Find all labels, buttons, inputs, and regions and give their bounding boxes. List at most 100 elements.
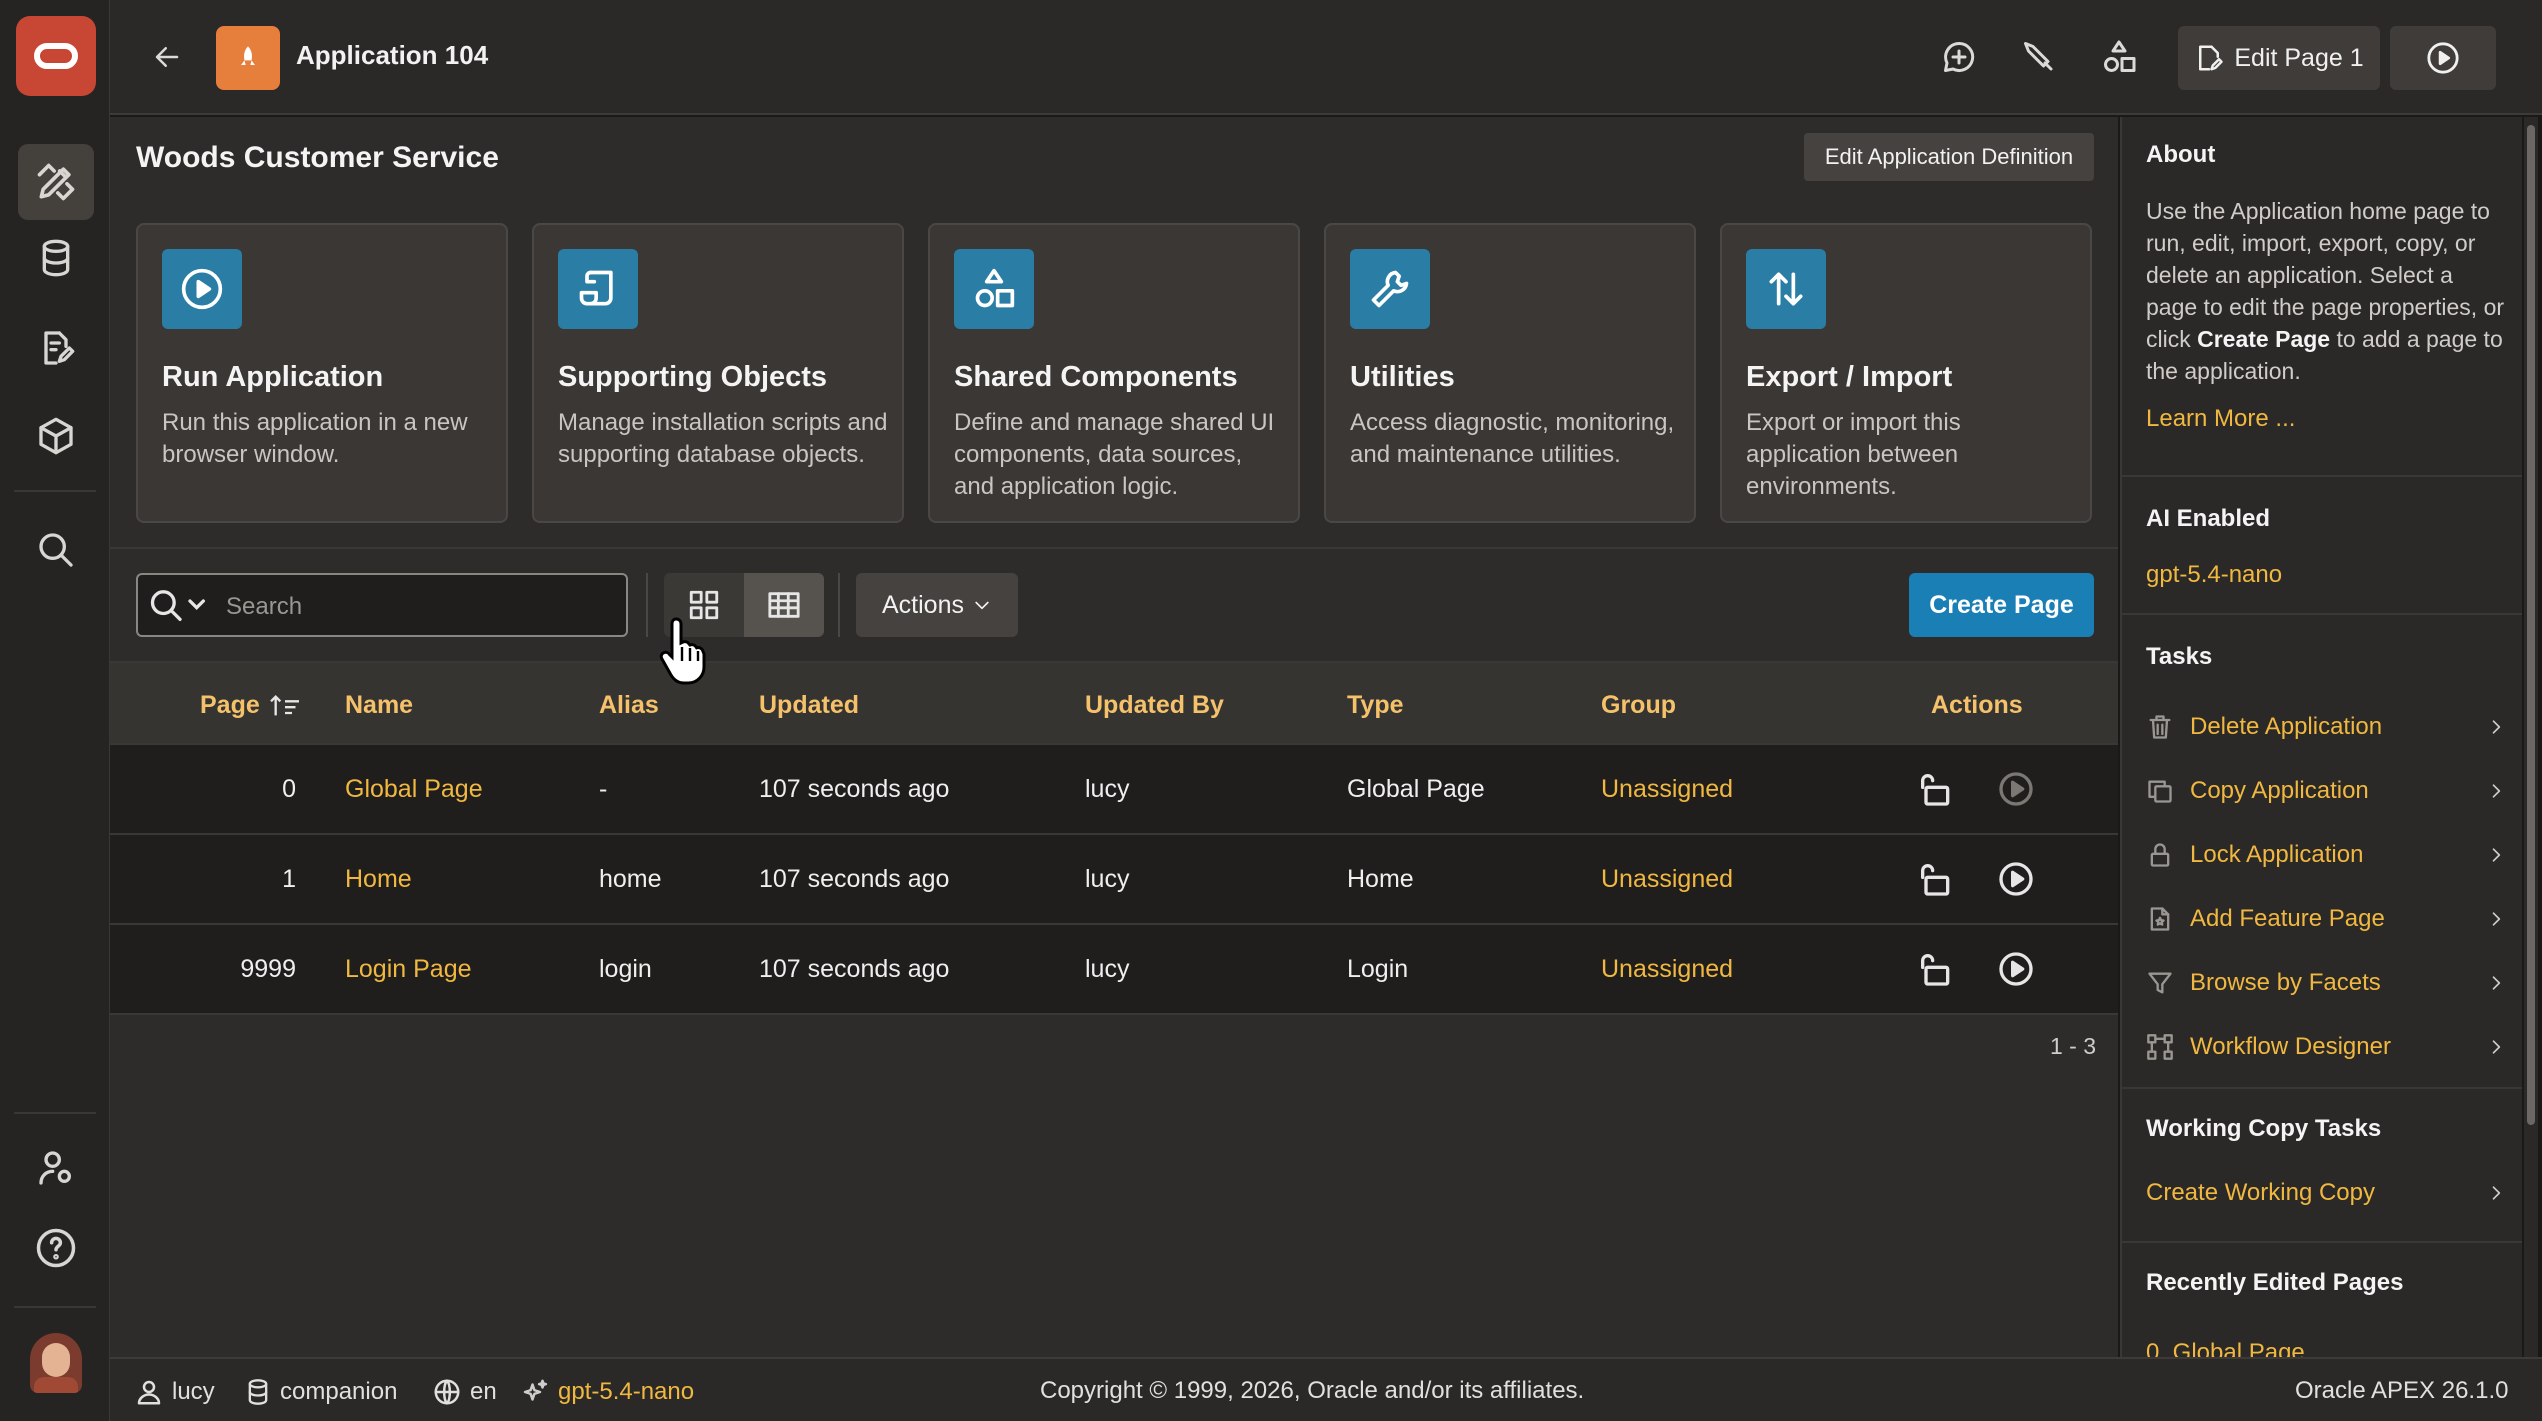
recently-edited-heading: Recently Edited Pages xyxy=(2146,1269,2404,1296)
cell-name-link[interactable]: Global Page xyxy=(345,775,483,804)
sort-ascending-icon xyxy=(269,694,299,715)
search-nav-button[interactable] xyxy=(18,512,94,588)
card-title: Utilities xyxy=(1350,361,1455,393)
sparkle-icon xyxy=(523,1379,548,1401)
edit-page-label: Edit Page 1 xyxy=(2234,43,2364,72)
column-header-updated-by[interactable]: Updated By xyxy=(1085,691,1224,720)
column-header-alias[interactable]: Alias xyxy=(599,691,659,720)
card-title: Shared Components xyxy=(954,361,1238,393)
user-avatar[interactable] xyxy=(30,1333,82,1393)
feedback-button[interactable] xyxy=(1934,32,1984,82)
cell-type: Global Page xyxy=(1347,775,1485,803)
card-export-import[interactable]: Export / Import Export or import this ap… xyxy=(1720,223,2092,523)
play-circle-icon xyxy=(1999,772,2033,806)
sql-workshop-nav-button[interactable] xyxy=(18,220,94,296)
cell-type: Home xyxy=(1347,865,1414,893)
cell-name-link[interactable]: Home xyxy=(345,865,412,894)
chat-plus-icon xyxy=(1944,41,1975,72)
footer-user[interactable]: lucy xyxy=(134,1377,215,1407)
footer-ai-model[interactable]: gpt-5.4-nano xyxy=(520,1377,694,1407)
task-delete-application[interactable]: Delete Application xyxy=(2146,705,2506,749)
run-page-row-button[interactable] xyxy=(1996,949,2036,989)
lock-page-button[interactable] xyxy=(1916,949,1956,989)
column-header-group[interactable]: Group xyxy=(1601,691,1676,720)
lock-page-button[interactable] xyxy=(1916,859,1956,899)
shapes-icon xyxy=(2104,40,2136,72)
star-file-icon xyxy=(2150,907,2170,931)
app-builder-nav-button[interactable] xyxy=(18,144,94,220)
task-create-working-copy[interactable]: Create Working Copy xyxy=(2146,1171,2506,1215)
cell-page: 1 xyxy=(282,865,296,893)
team-development-nav-button[interactable] xyxy=(18,310,94,386)
card-utilities[interactable]: Utilities Access diagnostic, monitoring,… xyxy=(1324,223,1696,523)
create-page-button[interactable]: Create Page xyxy=(1909,573,2094,637)
card-shared-components[interactable]: Shared Components Define and manage shar… xyxy=(928,223,1300,523)
top-header: Application 104 Edit Page 1 xyxy=(110,0,2542,115)
back-button[interactable] xyxy=(142,32,192,82)
column-header-name[interactable]: Name xyxy=(345,691,413,720)
wrench-icon xyxy=(1350,249,1430,329)
card-title: Run Application xyxy=(162,361,384,393)
cell-group[interactable]: Unassigned xyxy=(1601,775,1733,804)
table-icon xyxy=(768,592,800,618)
table-row[interactable]: 9999 Login Page login 107 seconds ago lu… xyxy=(110,925,2118,1015)
footer-language[interactable]: en xyxy=(432,1377,497,1407)
table-row[interactable]: 0 Global Page - 107 seconds ago lucy Glo… xyxy=(110,745,2118,835)
recent-page-link[interactable]: 0. Global Page xyxy=(2146,1339,2305,1357)
developer-tools-button[interactable] xyxy=(2014,32,2064,82)
cell-updated: 107 seconds ago xyxy=(759,865,950,893)
cell-group[interactable]: Unassigned xyxy=(1601,865,1733,894)
edit-application-definition-button[interactable]: Edit Application Definition xyxy=(1804,133,2094,181)
actions-label: Actions xyxy=(882,590,964,619)
column-header-updated[interactable]: Updated xyxy=(759,691,859,720)
oracle-logo[interactable] xyxy=(16,16,96,96)
learn-more-link[interactable]: Learn More ... xyxy=(2146,405,2295,433)
search-placeholder: Search xyxy=(226,593,303,620)
cell-group[interactable]: Unassigned xyxy=(1601,955,1733,984)
run-page-row-button[interactable] xyxy=(1996,859,2036,899)
run-page-row-button[interactable] xyxy=(1996,769,2036,809)
lock-page-button[interactable] xyxy=(1916,769,1956,809)
cell-name-link[interactable]: Login Page xyxy=(345,955,472,984)
trash-icon xyxy=(2149,715,2171,739)
help-nav-button[interactable] xyxy=(18,1210,94,1286)
edit-page-button[interactable]: Edit Page 1 xyxy=(2178,26,2380,90)
task-add-feature-page[interactable]: Add Feature Page xyxy=(2146,897,2506,941)
table-row[interactable]: 1 Home home 107 seconds ago lucy Home Un… xyxy=(110,835,2118,925)
actions-menu-button[interactable]: Actions xyxy=(856,573,1018,637)
shared-components-button[interactable] xyxy=(2094,32,2144,82)
column-header-type[interactable]: Type xyxy=(1347,691,1404,720)
column-header-page[interactable]: Page xyxy=(200,691,302,720)
card-supporting-objects[interactable]: Supporting Objects Manage installation s… xyxy=(532,223,904,523)
footer-workspace[interactable]: companion xyxy=(244,1377,397,1407)
ai-model-link[interactable]: gpt-5.4-nano xyxy=(2146,561,2282,589)
task-label: Create Working Copy xyxy=(2146,1179,2375,1206)
table-view-button[interactable] xyxy=(744,573,824,637)
page-search-input[interactable]: Search xyxy=(136,573,628,637)
task-lock-application[interactable]: Lock Application xyxy=(2146,833,2506,877)
chevron-right-icon xyxy=(2492,976,2501,990)
page-edit-icon xyxy=(2199,45,2224,71)
cell-updated: 107 seconds ago xyxy=(759,955,950,983)
cube-icon xyxy=(39,417,73,455)
table-header: Page Name Alias Updated Updated By Type … xyxy=(110,661,2118,745)
chevron-right-icon xyxy=(2492,912,2501,926)
side-panel-scrollbar[interactable] xyxy=(2524,117,2538,1357)
administration-nav-button[interactable] xyxy=(18,1130,94,1206)
task-workflow-designer[interactable]: Workflow Designer xyxy=(2146,1025,2506,1069)
chevron-right-icon xyxy=(2492,1040,2501,1054)
task-copy-application[interactable]: Copy Application xyxy=(2146,769,2506,813)
cell-updated-by: lucy xyxy=(1085,865,1130,893)
gallery-nav-button[interactable] xyxy=(18,398,94,474)
task-browse-by-facets[interactable]: Browse by Facets xyxy=(2146,961,2506,1005)
working-copy-heading: Working Copy Tasks xyxy=(2146,1115,2382,1142)
footer-ai-model-label: gpt-5.4-nano xyxy=(558,1378,695,1405)
column-header-actions: Actions xyxy=(1931,691,2023,719)
cell-alias: login xyxy=(599,955,652,983)
run-page-button[interactable] xyxy=(2390,26,2496,90)
task-label: Delete Application xyxy=(2190,713,2383,740)
play-circle-icon xyxy=(1999,952,2033,986)
about-text: Use the Application home page to run, ed… xyxy=(2146,198,2505,384)
card-run-application[interactable]: Run Application Run this application in … xyxy=(136,223,508,523)
funnel-icon xyxy=(2148,972,2172,994)
